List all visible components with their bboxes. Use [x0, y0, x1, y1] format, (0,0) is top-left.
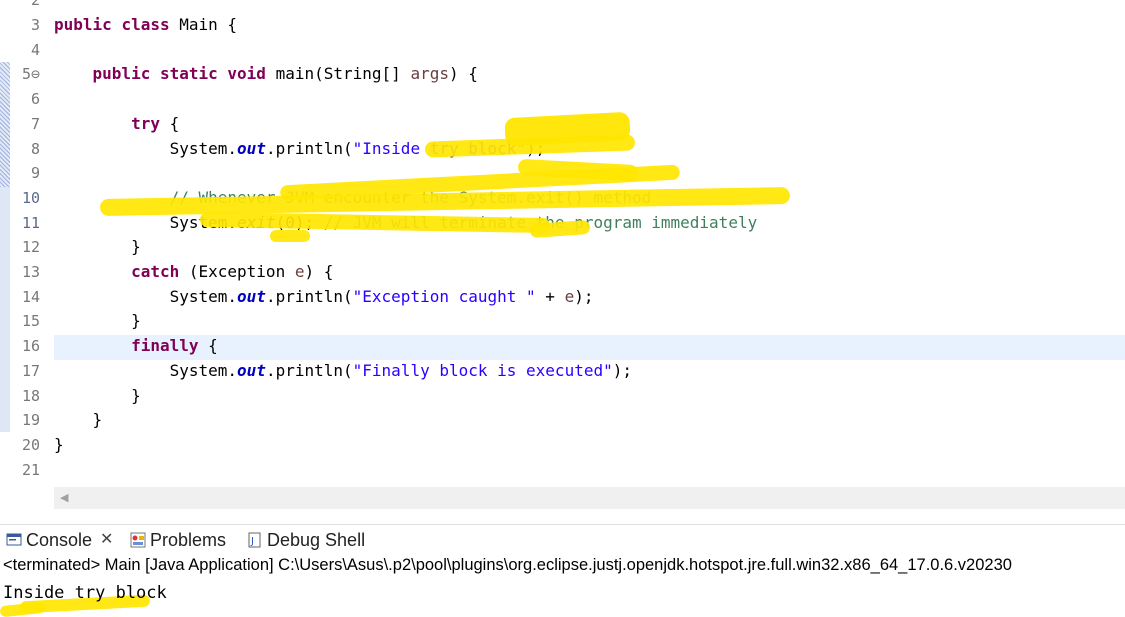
line-number: 6 [30, 90, 40, 109]
code-line: 12 } [0, 235, 1125, 260]
line-number: 18 [21, 386, 40, 405]
line-number: 3 [30, 16, 40, 34]
code-line: 20} [0, 433, 1125, 458]
code-line: 4 [0, 38, 1125, 63]
code-line: 17 System.out.println("Finally block is … [0, 359, 1125, 384]
code-text[interactable]: catch (Exception e) { [54, 260, 333, 285]
line-number: 9 [30, 164, 40, 183]
console-output: Inside try block [3, 583, 167, 603]
line-number: 7 [30, 114, 40, 133]
tab-label: Debug Shell [267, 530, 366, 550]
line-number: 21 [21, 460, 40, 479]
tab-debug-shell[interactable]: J Debug Shell [247, 528, 365, 552]
code-text[interactable]: try { [54, 112, 179, 137]
code-editor[interactable]: 2 3 public class Main { 4 5⊖ public static … [0, 0, 1125, 487]
line-number: 4 [30, 40, 40, 59]
highlighter-mark [270, 230, 310, 242]
line-number: 10 [21, 188, 40, 207]
line-number: 15 [21, 312, 40, 331]
code-text[interactable]: } [54, 408, 103, 433]
code-text[interactable]: } [54, 384, 141, 409]
highlighter-mark [0, 601, 46, 617]
code-text[interactable]: } [54, 433, 64, 458]
code-text[interactable]: finally { [54, 334, 218, 359]
close-icon[interactable]: ✕ [100, 528, 113, 552]
console-icon [6, 533, 22, 546]
code-line: 13 catch (Exception e) { [0, 260, 1125, 285]
code-text[interactable]: } [54, 235, 141, 260]
horizontal-scrollbar[interactable]: ◀ [54, 487, 1125, 509]
line-number: 16 [21, 337, 40, 356]
console-status: <terminated> Main [Java Application] C:\… [3, 556, 1012, 574]
line-number: 11 [21, 213, 40, 232]
line-number: 5⊖ [21, 65, 40, 84]
code-text[interactable]: System.out.println("Exception caught " +… [54, 285, 594, 310]
svg-text:J: J [250, 536, 254, 547]
line-number: 14 [21, 287, 40, 306]
code-line: 2 [0, 0, 1125, 13]
line-number: 19 [21, 411, 40, 430]
code-line: 15 } [0, 309, 1125, 334]
line-number: 17 [21, 361, 40, 380]
code-line: 5⊖ public static void main(String[] args… [0, 62, 1125, 87]
problems-icon [130, 532, 146, 548]
code-line: 6 [0, 87, 1125, 112]
tab-console[interactable]: Console ✕ [6, 528, 113, 552]
code-text[interactable]: public static void main(String[] args) { [54, 62, 478, 87]
console-tab-bar: Console ✕ Problems J Debug Shell [0, 524, 1125, 555]
debug-shell-icon: J [248, 532, 261, 548]
scroll-left-icon[interactable]: ◀ [60, 491, 68, 504]
tab-label: Problems [150, 530, 227, 550]
line-number: 12 [21, 238, 40, 257]
line-number: 8 [30, 139, 40, 158]
line-number: 20 [21, 435, 40, 454]
line-number: 2 [30, 0, 40, 9]
code-line: 14 System.out.println("Exception caught … [0, 285, 1125, 310]
line-number: 13 [21, 263, 40, 281]
code-line: 21 [0, 458, 1125, 483]
code-line: 18 } [0, 384, 1125, 409]
code-text[interactable]: System.out.println("Finally block is exe… [54, 359, 632, 384]
code-line: 16 finally { [0, 334, 1125, 359]
code-line: 3 public class Main { [0, 13, 1125, 38]
code-line: 19 } [0, 408, 1125, 433]
tab-problems[interactable]: Problems [130, 528, 226, 552]
tab-label: Console [26, 530, 93, 550]
code-text[interactable]: public class Main { [54, 13, 237, 38]
code-text[interactable]: } [54, 309, 141, 334]
